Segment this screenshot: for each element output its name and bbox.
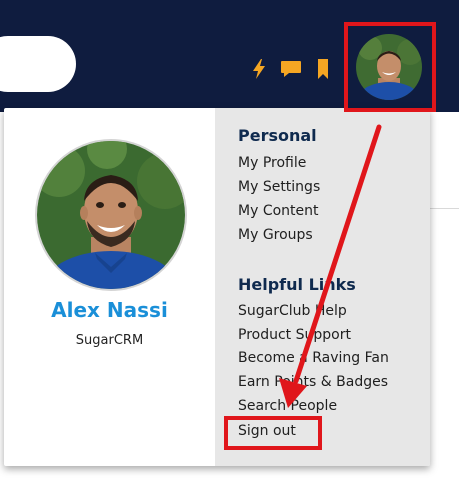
profile-dropdown-menu: Alex Nassi SugarCRM Personal My Profile … <box>4 108 430 466</box>
product-support-link[interactable]: Product Support <box>238 327 351 343</box>
lightning-icon[interactable] <box>248 58 270 80</box>
chat-icon[interactable] <box>280 58 302 80</box>
profile-avatar[interactable] <box>35 139 187 291</box>
sign-out-highlight-box <box>224 416 322 450</box>
bookmark-icon[interactable] <box>312 58 334 80</box>
personal-heading: Personal <box>238 126 317 145</box>
profile-organization: SugarCRM <box>75 333 144 348</box>
sugarclub-help-link[interactable]: SugarClub Help <box>238 303 347 319</box>
divider <box>430 208 459 209</box>
page-background-right <box>430 112 459 480</box>
avatar-highlight-box <box>344 22 436 112</box>
my-content-link[interactable]: My Content <box>238 203 319 219</box>
raving-fan-link[interactable]: Become a Raving Fan <box>238 350 389 366</box>
my-groups-link[interactable]: My Groups <box>238 227 313 243</box>
my-profile-link[interactable]: My Profile <box>238 155 306 171</box>
my-settings-link[interactable]: My Settings <box>238 179 320 195</box>
search-people-link[interactable]: Search People <box>238 398 337 414</box>
profile-name[interactable]: Alex Nassi <box>4 298 215 322</box>
helpful-links-heading: Helpful Links <box>238 275 356 294</box>
points-badges-link[interactable]: Earn Points & Badges <box>238 374 388 390</box>
search-bar[interactable] <box>0 36 76 92</box>
profile-photo <box>37 141 185 289</box>
